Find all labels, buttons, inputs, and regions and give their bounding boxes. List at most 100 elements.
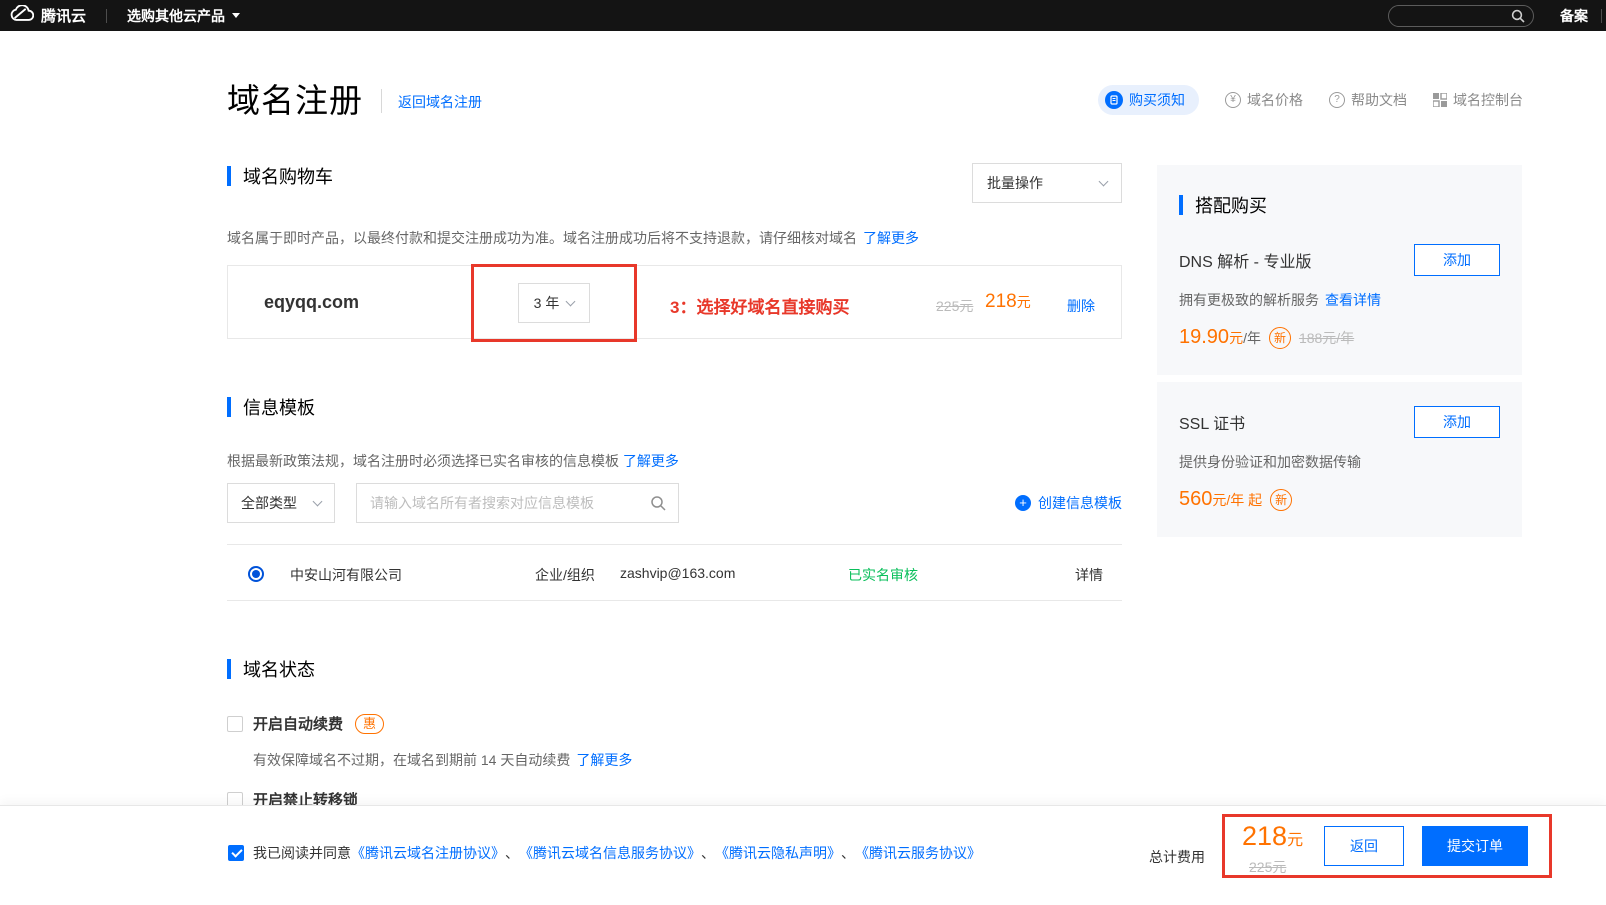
cloud-icon bbox=[10, 5, 34, 26]
submit-order-button[interactable]: 提交订单 bbox=[1422, 826, 1528, 866]
dns-price-row: 19.90元/年 新 188元/年 bbox=[1179, 326, 1500, 349]
page-title: 域名注册 bbox=[227, 74, 363, 122]
agreement-link[interactable]: 《腾讯云域名注册协议》 bbox=[351, 843, 505, 863]
template-learn-more-link[interactable]: 了解更多 bbox=[623, 453, 679, 469]
ssl-desc: 提供身份验证和加密数据传输 bbox=[1179, 452, 1500, 472]
agreement-link[interactable]: 《腾讯云服务协议》 bbox=[855, 843, 981, 863]
template-controls: 全部类型 + 创建信息模板 bbox=[227, 483, 1122, 523]
new-badge: 新 bbox=[1270, 489, 1292, 511]
topbar-search[interactable] bbox=[1388, 5, 1534, 27]
help-docs-link[interactable]: ? 帮助文档 bbox=[1329, 90, 1407, 110]
dns-price: 19.90元/年 bbox=[1179, 326, 1261, 349]
ssl-price-unit: 元 bbox=[1212, 492, 1226, 508]
agreement-link[interactable]: 《腾讯云域名信息服务协议》 bbox=[519, 843, 701, 863]
auto-renew-learn-more-link[interactable]: 了解更多 bbox=[576, 752, 632, 768]
term-select[interactable]: 3 年 bbox=[518, 283, 590, 323]
topbar-beian-link[interactable]: 备案 bbox=[1560, 6, 1588, 26]
dns-detail-link[interactable]: 查看详情 bbox=[1325, 292, 1381, 308]
title-divider bbox=[381, 89, 382, 113]
cart-title-label: 域名购物车 bbox=[243, 163, 333, 189]
agreement-link[interactable]: 《腾讯云隐私声明》 bbox=[715, 843, 841, 863]
ssl-price-per: /年 起 bbox=[1226, 492, 1262, 508]
document-icon bbox=[1105, 91, 1123, 109]
dns-desc-text: 拥有更极致的解析服务 bbox=[1179, 292, 1319, 308]
ssl-price-row: 560元/年 起 新 bbox=[1179, 488, 1500, 511]
batch-action-dropdown[interactable]: 批量操作 bbox=[972, 163, 1122, 203]
delete-domain-link[interactable]: 删除 bbox=[1067, 296, 1095, 316]
agreement-text: 我已阅读并同意 bbox=[253, 843, 351, 863]
original-price: 225元 bbox=[936, 296, 973, 316]
header-links: 购买须知 ¥ 域名价格 ? 帮助文档 域名控制台 bbox=[1098, 85, 1523, 115]
type-filter-dropdown[interactable]: 全部类型 bbox=[227, 483, 335, 523]
template-row[interactable]: 中安山河有限公司 企业/组织 zashvip@163.com 已实名审核 详情 bbox=[227, 544, 1122, 601]
agreement-row: 我已阅读并同意 《腾讯云域名注册协议》、 《腾讯云域名信息服务协议》、 《腾讯云… bbox=[228, 843, 981, 863]
auto-renew-desc-text: 有效保障域名不过期，在域名到期前 14 天自动续费 bbox=[253, 752, 570, 768]
ssl-product-name: SSL 证书 bbox=[1179, 410, 1245, 434]
create-template-label: 创建信息模板 bbox=[1038, 493, 1122, 513]
current-price-value: 218 bbox=[985, 291, 1017, 312]
batch-action-label: 批量操作 bbox=[987, 173, 1043, 193]
yuan-circle-icon: ¥ bbox=[1225, 92, 1241, 108]
main-content: 域名购物车 批量操作 域名属于即时产品，以最终付款和提交注册成功为准。域名注册成… bbox=[227, 163, 1122, 810]
total-cost-label: 总计费用 bbox=[1149, 847, 1205, 867]
ssl-add-button[interactable]: 添加 bbox=[1414, 406, 1500, 438]
back-to-register-link[interactable]: 返回域名注册 bbox=[398, 92, 482, 112]
section-accent-bar bbox=[1179, 195, 1183, 215]
footer-bar: 我已阅读并同意 《腾讯云域名注册协议》、 《腾讯云域名信息服务协议》、 《腾讯云… bbox=[0, 805, 1606, 905]
discount-badge: 惠 bbox=[355, 714, 384, 734]
tencent-cloud-logo[interactable]: 腾讯云 bbox=[10, 5, 86, 26]
template-owner: 中安山河有限公司 bbox=[290, 565, 402, 585]
chevron-down-icon bbox=[1099, 177, 1109, 187]
template-search[interactable] bbox=[356, 483, 679, 523]
template-search-input[interactable] bbox=[370, 485, 640, 521]
total-price: 218元 bbox=[1242, 821, 1303, 852]
question-circle-icon: ? bbox=[1329, 92, 1345, 108]
agreement-checkbox[interactable] bbox=[228, 845, 244, 861]
domain-name: eqyqq.com bbox=[264, 292, 359, 313]
dns-price-unit: 元 bbox=[1229, 330, 1243, 346]
dns-product-name: DNS 解析 - 专业版 bbox=[1179, 248, 1311, 272]
template-notice: 根据最新政策法规，域名注册时必须选择已实名审核的信息模板 了解更多 bbox=[227, 451, 1122, 471]
caret-down-icon bbox=[232, 13, 240, 18]
page: 腾讯云 选购其他云产品 备案 域名注册 返回域名注册 购买须知 bbox=[0, 0, 1606, 905]
back-button[interactable]: 返回 bbox=[1324, 826, 1404, 866]
search-icon[interactable] bbox=[650, 495, 666, 516]
status-section-title: 域名状态 bbox=[227, 657, 1122, 681]
topbar-divider bbox=[1601, 9, 1602, 23]
cart-notice: 域名属于即时产品，以最终付款和提交注册成功为准。域名注册成功后将不支持退款，请仔… bbox=[227, 228, 1122, 248]
plus-icon: + bbox=[1015, 495, 1031, 511]
dns-add-button[interactable]: 添加 bbox=[1414, 244, 1500, 276]
chevron-down-icon bbox=[566, 297, 576, 307]
bundle-sidebar: 搭配购买 DNS 解析 - 专业版 添加 拥有更极致的解析服务查看详情 19.9… bbox=[1157, 165, 1522, 537]
purchase-notice-link[interactable]: 购买须知 bbox=[1098, 85, 1199, 115]
dns-price-per: /年 bbox=[1243, 330, 1261, 346]
annotation-box-submit: 218元 225元 返回 提交订单 bbox=[1222, 814, 1552, 878]
auto-renew-label: 开启自动续费 bbox=[253, 713, 343, 734]
section-accent-bar bbox=[227, 397, 231, 417]
section-accent-bar bbox=[227, 659, 231, 679]
agreement-separator: 、 bbox=[841, 843, 855, 863]
dns-price-value: 19.90 bbox=[1179, 326, 1229, 348]
domain-console-link[interactable]: 域名控制台 bbox=[1433, 90, 1523, 110]
create-template-link[interactable]: + 创建信息模板 bbox=[1015, 493, 1122, 513]
template-detail-link[interactable]: 详情 bbox=[1075, 565, 1103, 585]
domain-console-label: 域名控制台 bbox=[1453, 90, 1523, 110]
topbar-search-input[interactable] bbox=[1399, 6, 1504, 26]
search-icon[interactable] bbox=[1511, 9, 1525, 28]
agreement-separator: 、 bbox=[701, 843, 715, 863]
topbar-products-menu[interactable]: 选购其他云产品 bbox=[127, 6, 240, 26]
auto-renew-desc: 有效保障域名不过期，在域名到期前 14 天自动续费了解更多 bbox=[253, 750, 1122, 770]
bundle-section-title: 搭配购买 bbox=[1179, 192, 1500, 218]
domain-price-label: 域名价格 bbox=[1247, 90, 1303, 110]
domain-price-link[interactable]: ¥ 域名价格 bbox=[1225, 90, 1303, 110]
topbar: 腾讯云 选购其他云产品 备案 bbox=[0, 0, 1606, 31]
auto-renew-checkbox[interactable] bbox=[227, 716, 243, 732]
total-original-price: 225元 bbox=[1249, 857, 1286, 877]
cart-learn-more-link[interactable]: 了解更多 bbox=[863, 230, 919, 246]
cart-row: eqyqq.com 3 年 3：选择好域名直接购买 225元 218元 删除 bbox=[227, 265, 1122, 339]
template-radio-selected[interactable] bbox=[248, 566, 264, 582]
chevron-down-icon bbox=[313, 497, 323, 507]
brand-label: 腾讯云 bbox=[41, 5, 86, 26]
annotation-text: 3：选择好域名直接购买 bbox=[670, 293, 849, 318]
ssl-price: 560元/年 起 bbox=[1179, 488, 1262, 511]
